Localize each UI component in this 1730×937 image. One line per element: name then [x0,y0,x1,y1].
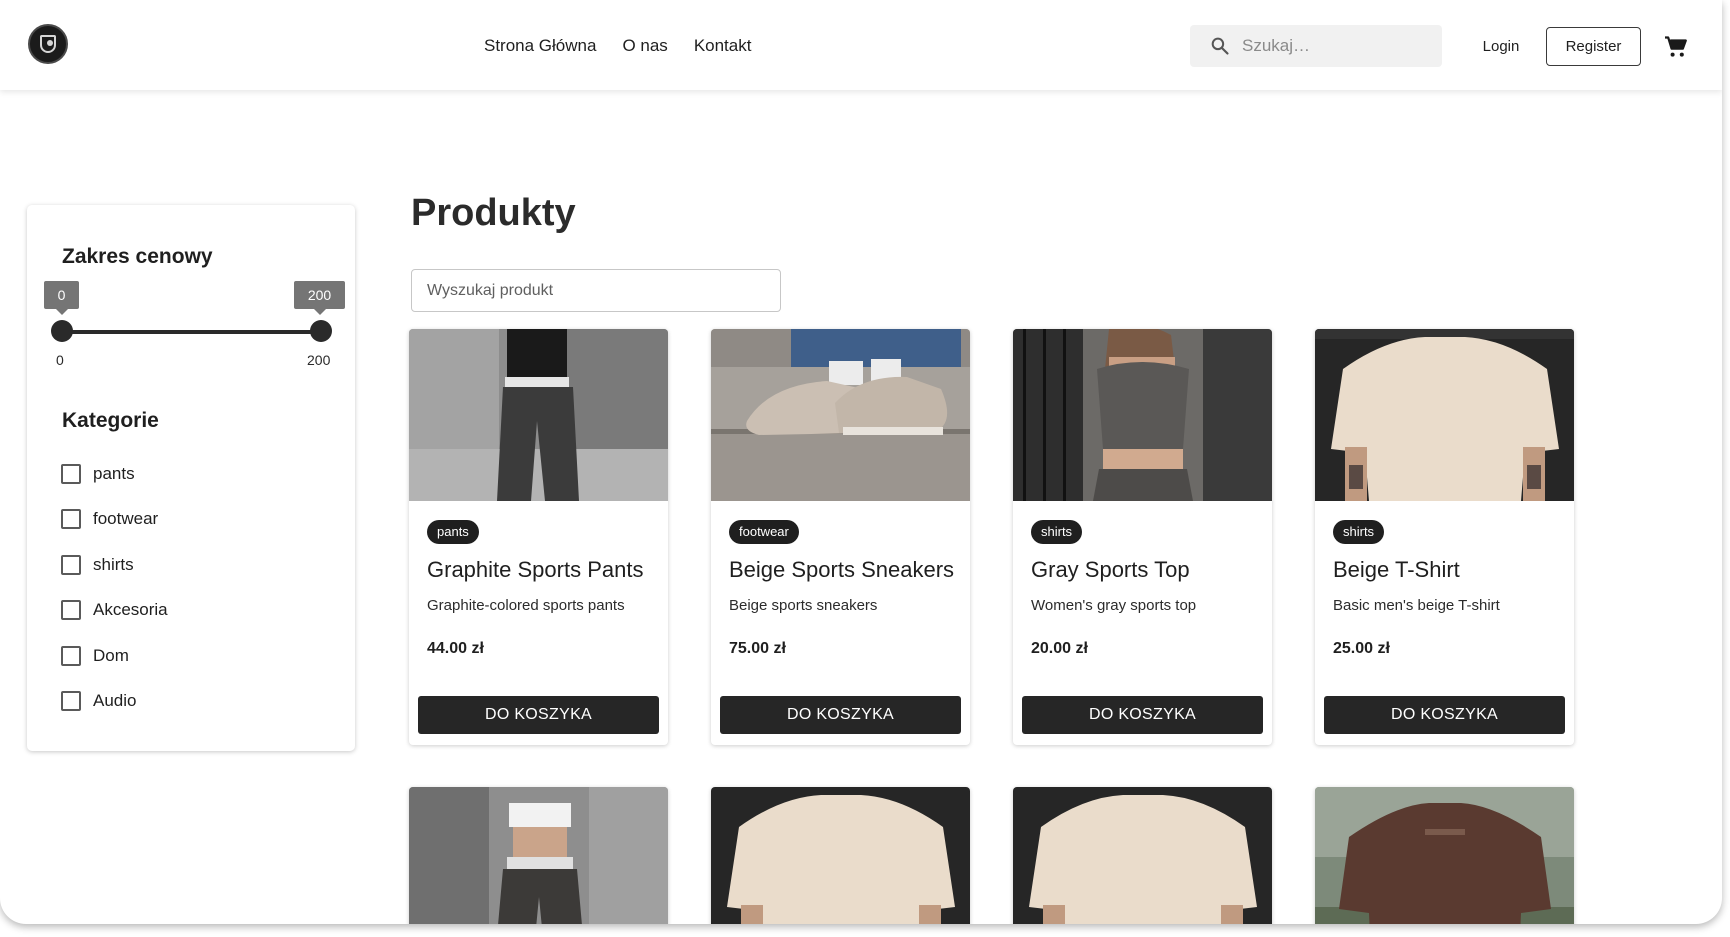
category-label: Dom [93,645,129,665]
category-label: Akcesoria [93,600,168,620]
add-to-cart-button[interactable]: DO KOSZYKA [418,696,659,734]
product-description: Graphite-colored sports pants [427,597,625,614]
category-label: Audio [93,691,137,711]
category-badge: pants [427,520,479,544]
product-image[interactable] [711,787,970,924]
product-card [711,787,970,924]
shopping-cart-icon[interactable] [1664,36,1688,58]
product-name[interactable]: Beige Sports Sneakers [729,557,954,583]
price-min-value-label: 0 [44,281,79,315]
product-image[interactable] [1013,329,1272,501]
category-option-dom[interactable]: Dom [61,633,168,679]
product-card [409,787,668,924]
product-name[interactable]: Gray Sports Top [1031,557,1190,583]
product-price: 75.00 zł [729,640,786,657]
product-card [1013,787,1272,924]
product-name[interactable]: Beige T-Shirt [1333,557,1460,583]
brand-logo[interactable] [28,24,68,64]
product-card: pants Graphite Sports Pants Graphite-col… [409,329,668,745]
main-nav: Strona Główna O nas Kontakt [484,36,751,56]
category-option-pants[interactable]: pants [61,451,168,497]
price-slider-min-handle[interactable] [51,320,73,342]
price-slider-max-handle[interactable] [310,320,332,342]
nav-link-contact[interactable]: Kontakt [694,36,752,56]
category-option-footwear[interactable]: footwear [61,497,168,543]
categories-heading: Kategorie [62,409,159,432]
category-list: pants footwear shirts Akcesoria Dom Audi… [61,451,168,724]
header-search [1190,25,1442,67]
category-label: pants [93,463,135,483]
product-price: 20.00 zł [1031,640,1088,657]
product-description: Basic men's beige T-shirt [1333,597,1500,614]
search-icon [1211,37,1229,55]
nav-link-home[interactable]: Strona Główna [484,36,596,56]
product-description: Beige sports sneakers [729,597,878,614]
product-card: shirts Gray Sports Top Women's gray spor… [1013,329,1272,745]
product-image[interactable] [1013,787,1272,924]
price-max-value-label: 200 [294,281,345,315]
price-range-max-tick: 200 [307,352,331,368]
price-slider-track[interactable] [61,330,321,334]
category-badge: shirts [1333,520,1385,544]
price-range-min-tick: 0 [56,352,64,368]
product-image[interactable] [711,329,970,501]
price-range-heading: Zakres cenowy [62,245,213,268]
checkbox-icon[interactable] [61,691,81,712]
category-option-audio[interactable]: Audio [61,679,168,725]
header-search-input[interactable] [1242,25,1432,67]
checkbox-icon[interactable] [61,554,81,575]
checkbox-icon[interactable] [61,645,81,666]
product-name[interactable]: Graphite Sports Pants [427,557,643,583]
page-title: Produkty [411,192,576,234]
product-card: footwear Beige Sports Sneakers Beige spo… [711,329,970,745]
product-price: 25.00 zł [1333,640,1390,657]
category-option-akcesoria[interactable]: Akcesoria [61,588,168,634]
add-to-cart-button[interactable]: DO KOSZYKA [1022,696,1263,734]
checkbox-icon[interactable] [61,600,81,621]
filter-panel: Zakres cenowy 0 200 0 200 Kategorie pant… [27,205,355,751]
browser-viewport: Strona Główna O nas Kontakt Login Regist… [0,0,1722,924]
product-search-input[interactable] [411,269,781,312]
product-image[interactable] [1315,787,1574,924]
product-image[interactable] [409,787,668,924]
nav-link-about[interactable]: O nas [622,36,667,56]
add-to-cart-button[interactable]: DO KOSZYKA [1324,696,1565,734]
product-image[interactable] [1315,329,1574,501]
top-navigation-bar: Strona Główna O nas Kontakt Login Regist… [0,0,1722,90]
checkbox-icon[interactable] [61,463,81,484]
add-to-cart-button[interactable]: DO KOSZYKA [720,696,961,734]
category-label: shirts [93,554,134,574]
category-option-shirts[interactable]: shirts [61,542,168,588]
product-price: 44.00 zł [427,640,484,657]
register-button[interactable]: Register [1546,27,1641,66]
product-image[interactable] [409,329,668,501]
login-button[interactable]: Login [1460,27,1542,65]
category-label: footwear [93,509,159,529]
product-description: Women's gray sports top [1031,597,1197,614]
product-card [1315,787,1574,924]
checkbox-icon[interactable] [61,509,81,530]
product-card: shirts Beige T-Shirt Basic men's beige T… [1315,329,1574,745]
category-badge: footwear [729,520,799,544]
category-badge: shirts [1031,520,1083,544]
